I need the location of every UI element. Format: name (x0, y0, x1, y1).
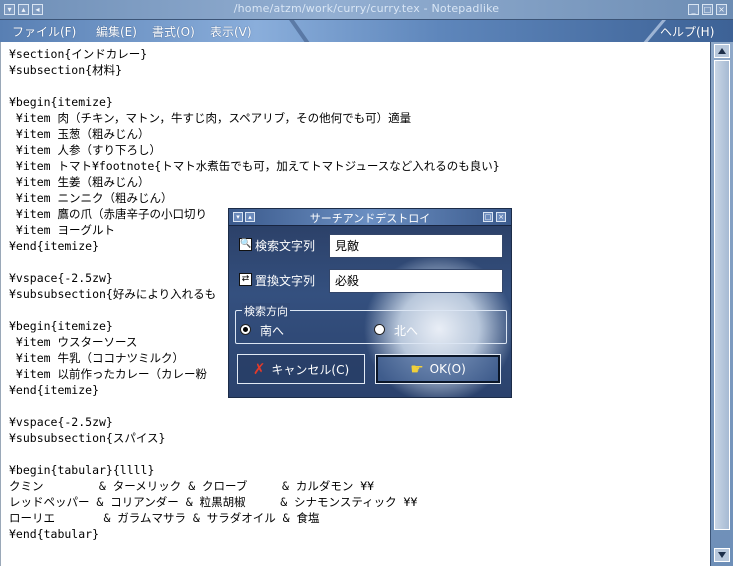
search-replace-dialog: ▾ ▴ サーチアンドデストロイ □ × 🔍 検索文字列 見敵 ⇄ 置換文字列 必… (228, 208, 512, 398)
search-label: 検索文字列 (255, 239, 316, 253)
editor-line: ¥vspace{-2.5zw} (9, 271, 113, 285)
editor-line: ¥item 生姜（粗みじん） (9, 175, 150, 189)
direction-legend: 検索方向 (242, 303, 290, 319)
editor-line: ¥section{インドカレー} (9, 47, 148, 61)
arrow-down-icon (718, 552, 726, 558)
direction-group: 検索方向 南へ 北へ (235, 303, 507, 344)
editor-line: ¥item ヨーグルト (9, 223, 115, 237)
replace-input[interactable]: 必殺 (329, 269, 503, 293)
menu-edit[interactable]: 編集(E) (96, 23, 137, 40)
dialog-titlebar[interactable]: ▾ ▴ サーチアンドデストロイ □ × (229, 209, 511, 226)
search-icon: 🔍 (239, 238, 252, 251)
radio-north[interactable] (374, 324, 385, 335)
editor-line: ローリエ & ガラムマサラ & サラダオイル & 食塩 (9, 511, 320, 525)
ok-button-label: OK(O) (429, 362, 466, 376)
replace-row: ⇄ 置換文字列 必殺 (239, 269, 507, 293)
editor-line: ¥end{tabular} (9, 527, 100, 541)
editor-line: ¥subsubsection{スパイス} (9, 431, 166, 445)
editor-line: ¥item 人参（すり下ろし） (9, 143, 161, 157)
editor-line: ¥item トマト¥footnote{トマト水煮缶でも可，加えてトマトジュースな… (9, 159, 500, 173)
maximize-icon[interactable]: □ (702, 4, 713, 15)
search-input[interactable]: 見敵 (329, 234, 503, 258)
editor-line: ¥vspace{-2.5zw} (9, 415, 113, 429)
radio-north-label[interactable]: 北へ (394, 322, 418, 339)
menu-format[interactable]: 書式(O) (152, 23, 195, 40)
editor-line: ¥begin{itemize} (9, 319, 113, 333)
menu-view[interactable]: 表示(V) (210, 23, 252, 40)
radio-south[interactable] (240, 324, 251, 335)
vertical-scrollbar[interactable] (710, 42, 733, 566)
editor-line: レッドペッパー & コリアンダー & 粒黒胡椒 & シナモンスティック ¥¥ (9, 495, 418, 509)
window-titlebar[interactable]: ▾ ▴ ◂ /home/atzm/work/curry/curry.tex - … (0, 0, 733, 20)
replace-label: 置換文字列 (255, 274, 316, 288)
arrow-up-icon (718, 48, 726, 54)
search-row: 🔍 検索文字列 見敵 (239, 234, 507, 258)
editor-line: ¥item ウスターソース (9, 335, 138, 349)
editor-line: ¥item ニンニク（粗みじん） (9, 191, 173, 205)
radio-south-label[interactable]: 南へ (260, 322, 284, 339)
menubar-decoration (286, 20, 318, 42)
editor-line: ¥subsection{材料} (9, 63, 123, 77)
menu-help[interactable]: ヘルプ(H) (660, 23, 714, 40)
ok-hand-icon: ☛ (410, 360, 424, 378)
menu-file[interactable]: ファイル(F) (12, 23, 76, 40)
editor-line: ¥item 牛乳（ココナツミルク） (9, 351, 184, 365)
menu-bar: ファイル(F) 編集(E) 書式(O) 表示(V) ヘルプ(H) (0, 20, 733, 42)
scroll-thumb[interactable] (714, 60, 730, 530)
close-icon[interactable]: × (716, 4, 727, 15)
cancel-button[interactable]: ✗ キャンセル(C) (237, 354, 365, 384)
ok-button[interactable]: ☛ OK(O) (375, 354, 501, 384)
scroll-down-button[interactable] (714, 548, 730, 562)
editor-line: ¥item 以前作ったカレー（カレー粉 (9, 367, 207, 381)
window-title: /home/atzm/work/curry/curry.tex - Notepa… (233, 2, 500, 15)
minimize-icon[interactable]: _ (688, 4, 699, 15)
dialog-maximize-icon[interactable]: □ (483, 212, 493, 222)
replace-icon: ⇄ (239, 273, 252, 286)
editor-line: ¥item 玉葱（粗みじん） (9, 127, 150, 141)
editor-line: ¥begin{itemize} (9, 95, 113, 109)
cancel-x-icon: ✗ (252, 360, 266, 378)
editor-line: ¥end{itemize} (9, 383, 100, 397)
dialog-title: サーチアンドデストロイ (309, 212, 431, 225)
editor-line: クミン & ターメリック & クローブ & カルダモン ¥¥ (9, 479, 375, 493)
editor-line: ¥begin{tabular}{llll} (9, 463, 155, 477)
dialog-close-icon[interactable]: × (496, 212, 506, 222)
cancel-button-label: キャンセル(C) (271, 362, 350, 377)
editor-line: ¥item 鷹の爪（赤唐辛子の小口切り (9, 207, 207, 221)
editor-line: ¥end{itemize} (9, 239, 100, 253)
editor-line: ¥item 肉（チキン，マトン，牛すじ肉，スペアリブ，その他何でも可）適量 (9, 111, 412, 125)
editor-line: ¥subsubsection{好みにより入れるも (9, 287, 217, 301)
scroll-up-button[interactable] (714, 44, 730, 58)
